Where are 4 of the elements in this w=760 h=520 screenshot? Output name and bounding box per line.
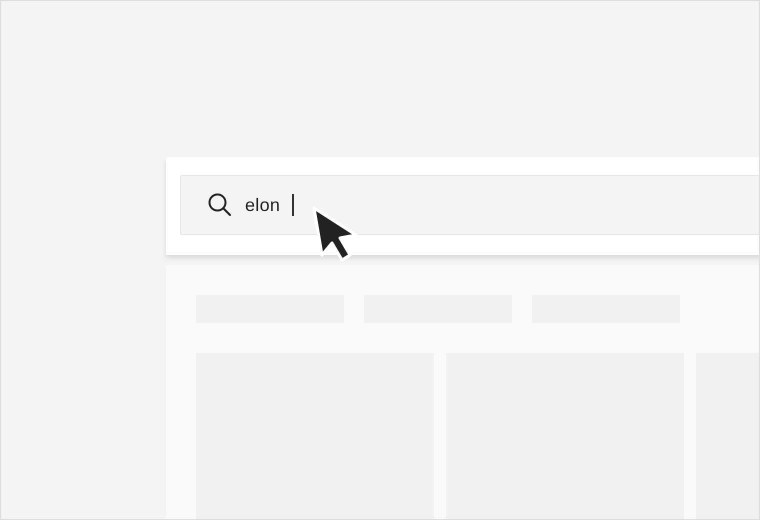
search-query: elon xyxy=(245,194,280,216)
search-icon xyxy=(207,192,233,218)
search-field[interactable]: elon xyxy=(180,175,759,235)
text-cursor-icon xyxy=(292,194,294,216)
